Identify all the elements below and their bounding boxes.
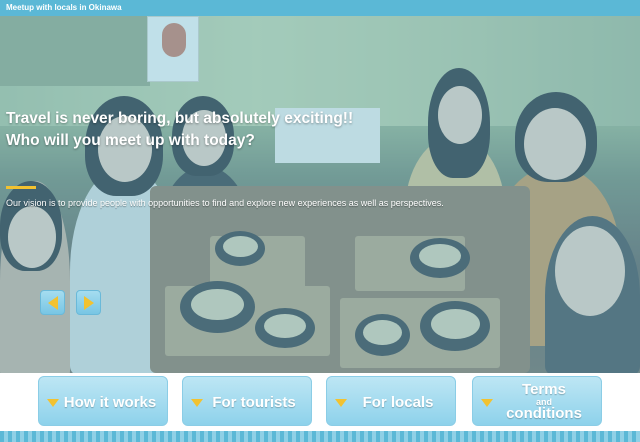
nav-terms-and-conditions-button[interactable]: Terms and conditions xyxy=(472,376,602,426)
triangle-right-icon xyxy=(84,296,94,310)
nav-how-it-works-button[interactable]: How it works xyxy=(38,376,168,426)
nav-button-label: For tourists xyxy=(212,393,296,411)
nav-label-terms: Terms xyxy=(522,381,566,398)
nav-for-tourists-button[interactable]: For tourists xyxy=(182,376,312,426)
slideshow-prev-button[interactable] xyxy=(40,290,65,315)
slideshow-next-button[interactable] xyxy=(76,290,101,315)
triangle-left-icon xyxy=(48,296,58,310)
nav-button-label: How it works xyxy=(63,393,157,411)
vision-statement: Our vision is to provide people with opp… xyxy=(6,198,444,208)
nav-for-locals-button[interactable]: For locals xyxy=(326,376,456,426)
app-title: Meetup with locals in Okinawa xyxy=(6,3,122,12)
photo-tint-overlay xyxy=(0,16,640,373)
headline-accent-bar xyxy=(6,186,36,189)
headline-line-1: Travel is never boring, but absolutely e… xyxy=(6,110,354,127)
hero-headline: Travel is never boring, but absolutely e… xyxy=(6,108,406,152)
hero-photo xyxy=(0,16,640,373)
app-title-bar: Meetup with locals in Okinawa xyxy=(0,0,640,16)
nav-label-conditions: conditions xyxy=(506,405,582,422)
nav-button-label: Terms and conditions xyxy=(491,377,597,427)
footer-stripe xyxy=(0,431,640,442)
main-navigation: How it works For tourists For locals Ter… xyxy=(0,373,640,431)
nav-button-label: For locals xyxy=(362,393,434,411)
headline-line-2: Who will you meet up with today? xyxy=(6,132,255,149)
